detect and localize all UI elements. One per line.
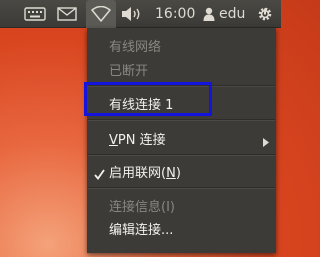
power-gear-icon[interactable]: [256, 0, 276, 28]
keyboard-icon[interactable]: [24, 0, 48, 28]
menu-separator: [88, 154, 275, 156]
mail-icon[interactable]: [57, 0, 79, 28]
edit-connections-item[interactable]: 编辑连接...: [109, 219, 173, 238]
connection-info-item: 连接信息(I): [109, 200, 175, 215]
top-panel: 16:00 edu: [0, 0, 281, 28]
wired-status-disconnected: 已断开: [109, 64, 149, 79]
menu-separator: [88, 119, 275, 121]
enable-networking-item[interactable]: 启用联网(N): [109, 162, 181, 181]
user-menu[interactable]: edu: [203, 0, 245, 28]
user-icon: [203, 7, 215, 21]
clock[interactable]: 16:00: [155, 0, 195, 28]
vpn-connections-item[interactable]: VPN 连接: [109, 129, 166, 148]
network-menu: 有线网络 已断开 有线连接 1 VPN 连接 启用联网(N) 连接信息(I) 编…: [87, 28, 276, 253]
checkmark-icon: [94, 165, 105, 184]
network-wireless-icon[interactable]: [86, 0, 116, 28]
menu-separator: [88, 187, 275, 189]
annotation-highlight-box: [84, 82, 212, 116]
wired-network-header: 有线网络: [109, 40, 162, 55]
submenu-arrow-icon: [263, 132, 269, 151]
user-name: edu: [219, 6, 246, 22]
volume-icon[interactable]: [121, 0, 145, 28]
